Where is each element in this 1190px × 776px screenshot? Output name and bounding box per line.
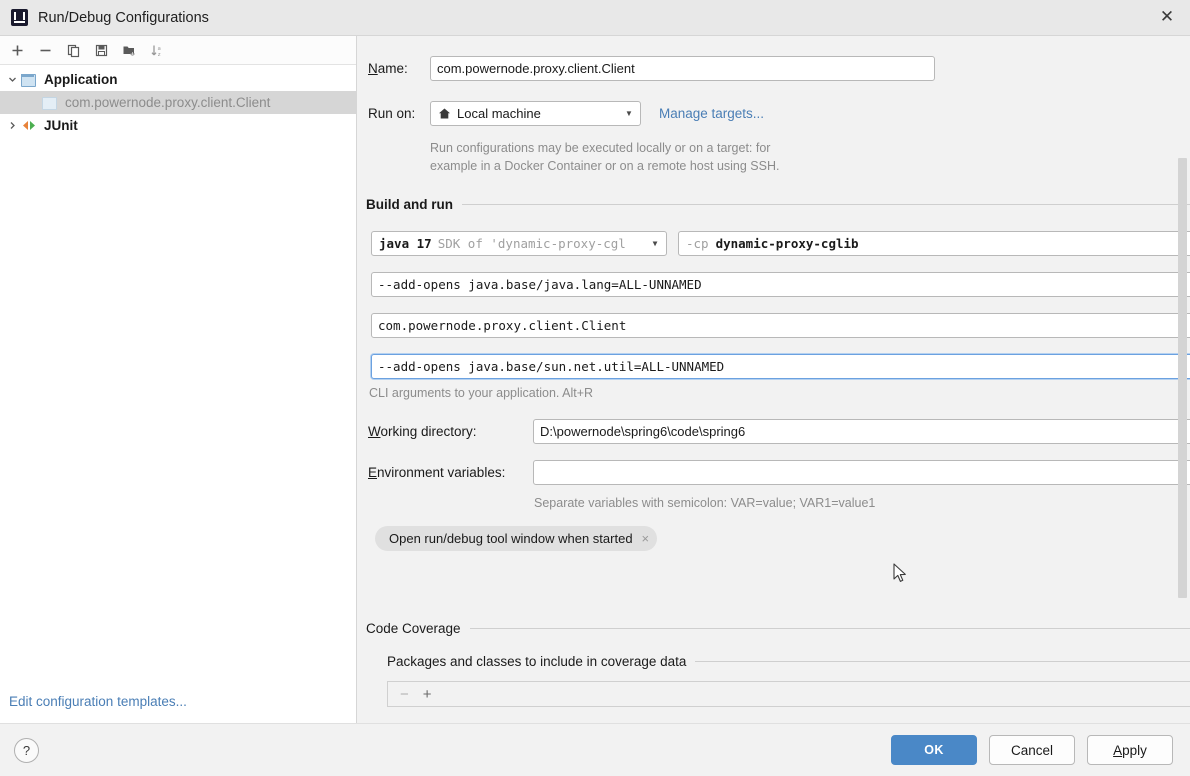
configuration-icon bbox=[42, 95, 59, 110]
save-configuration-icon[interactable] bbox=[88, 38, 114, 62]
help-button[interactable]: ? bbox=[14, 738, 39, 763]
chevron-down-icon[interactable]: ▼ bbox=[648, 239, 662, 248]
chevron-right-icon[interactable] bbox=[4, 121, 21, 130]
manage-targets-link[interactable]: Manage targets... bbox=[659, 106, 764, 121]
run-on-value: Local machine bbox=[457, 106, 541, 121]
tree-node-label: com.powernode.proxy.client.Client bbox=[65, 95, 270, 110]
vm-options-value: --add-opens java.base/java.lang=ALL-UNNA… bbox=[378, 277, 1190, 292]
jdk-description: SDK of 'dynamic-proxy-cgl bbox=[438, 236, 626, 251]
program-arguments-value: --add-opens java.base/sun.net.util=ALL-U… bbox=[378, 359, 1190, 374]
cancel-button[interactable]: Cancel bbox=[989, 735, 1075, 765]
tree-node-client-config[interactable]: com.powernode.proxy.client.Client bbox=[0, 91, 356, 114]
classpath-prefix: -cp bbox=[686, 236, 709, 251]
program-arguments-input[interactable]: --add-opens java.base/sun.net.util=ALL-U… bbox=[371, 354, 1190, 379]
working-directory-value: D:\powernode\spring6\code\spring6 bbox=[540, 424, 1190, 439]
classpath-dropdown[interactable]: -cp dynamic-proxy-cglib ▼ bbox=[678, 231, 1190, 256]
intellij-idea-icon bbox=[11, 9, 28, 26]
coverage-packages-title: Packages and classes to include in cover… bbox=[387, 654, 686, 669]
application-icon bbox=[21, 72, 38, 87]
configurations-tree: Application com.powernode.proxy.client.C… bbox=[0, 65, 356, 679]
build-and-run-header: Build and run Modify options ⌄ Alt+M bbox=[366, 197, 1190, 212]
open-tool-window-chip-wrap: Open run/debug tool window when started … bbox=[375, 526, 657, 551]
run-on-row: Run on: Local machine ▼ Manage targets..… bbox=[368, 101, 764, 126]
coverage-packages-header: Packages and classes to include in cover… bbox=[387, 654, 1190, 669]
dialog-footer: ? OK Cancel Apply bbox=[0, 723, 1190, 776]
working-directory-label: Working directory: bbox=[368, 424, 533, 439]
classpath-value: dynamic-proxy-cglib bbox=[716, 236, 859, 251]
run-on-label: Run on: bbox=[368, 106, 430, 121]
run-on-hint-line1: Run configurations may be executed local… bbox=[430, 141, 779, 155]
run-on-target-dropdown[interactable]: Local machine ▼ bbox=[430, 101, 641, 126]
close-icon[interactable]: ✕ bbox=[1144, 0, 1190, 34]
environment-variables-label: Environment variables: bbox=[368, 465, 533, 480]
open-run-debug-tool-window-chip[interactable]: Open run/debug tool window when started … bbox=[375, 526, 657, 551]
scrollbar-thumb[interactable] bbox=[1178, 158, 1187, 598]
jdk-version: java 17 bbox=[379, 236, 432, 251]
title-bar: Run/Debug Configurations ✕ bbox=[0, 0, 1190, 36]
remove-configuration-button[interactable] bbox=[32, 38, 58, 62]
dialog-body: a z Application com.powernode.proxy. bbox=[0, 36, 1190, 723]
jdk-dropdown[interactable]: java 17 SDK of 'dynamic-proxy-cgl ▼ bbox=[371, 231, 667, 256]
add-coverage-pattern-button[interactable]: + bbox=[423, 686, 432, 703]
main-class-value: com.powernode.proxy.client.Client bbox=[378, 318, 1190, 333]
jdk-classpath-row: java 17 SDK of 'dynamic-proxy-cgl ▼ -cp … bbox=[371, 231, 1190, 256]
copy-configuration-icon[interactable] bbox=[60, 38, 86, 62]
build-and-run-title: Build and run bbox=[366, 197, 453, 212]
configurations-pane: a z Application com.powernode.proxy. bbox=[0, 36, 357, 723]
run-debug-configurations-dialog: Run/Debug Configurations ✕ bbox=[0, 0, 1190, 776]
divider bbox=[462, 204, 1190, 205]
environment-variables-hint: Separate variables with semicolon: VAR=v… bbox=[534, 496, 875, 510]
tree-node-junit[interactable]: JUnit bbox=[0, 114, 356, 137]
sort-az-icon[interactable]: a z bbox=[144, 38, 170, 62]
name-label: Name: bbox=[368, 61, 430, 76]
editor-scrollbar[interactable] bbox=[1177, 38, 1187, 721]
name-input-value: com.powernode.proxy.client.Client bbox=[437, 61, 928, 76]
code-coverage-title: Code Coverage bbox=[366, 621, 461, 636]
working-directory-row: Working directory: D:\powernode\spring6\… bbox=[368, 419, 1190, 444]
edit-configuration-templates-link[interactable]: Edit configuration templates... bbox=[9, 694, 187, 709]
dialog-buttons: OK Cancel Apply bbox=[891, 735, 1173, 765]
chevron-down-icon[interactable] bbox=[4, 75, 21, 84]
working-directory-input[interactable]: D:\powernode\spring6\code\spring6 bbox=[533, 419, 1190, 444]
configurations-toolbar: a z bbox=[0, 36, 356, 65]
vm-options-input[interactable]: --add-opens java.base/java.lang=ALL-UNNA… bbox=[371, 272, 1190, 297]
home-icon bbox=[438, 107, 451, 120]
add-configuration-button[interactable] bbox=[4, 38, 30, 62]
remove-coverage-pattern-button[interactable]: − bbox=[400, 686, 409, 703]
tree-node-label: JUnit bbox=[44, 118, 78, 133]
divider bbox=[695, 661, 1190, 662]
configuration-editor-pane: Name: com.powernode.proxy.client.Client … bbox=[357, 36, 1190, 723]
tree-node-label: Application bbox=[44, 72, 118, 87]
chip-label: Open run/debug tool window when started bbox=[389, 531, 633, 546]
code-coverage-header: Code Coverage Modify ⌄ bbox=[366, 621, 1190, 636]
svg-text:z: z bbox=[157, 51, 160, 57]
chevron-down-icon[interactable]: ▼ bbox=[622, 109, 636, 118]
environment-variables-input[interactable] bbox=[533, 460, 1190, 485]
folder-add-icon[interactable] bbox=[116, 38, 142, 62]
tree-node-application[interactable]: Application bbox=[0, 68, 356, 91]
edit-templates-row: Edit configuration templates... bbox=[0, 679, 356, 723]
divider bbox=[470, 628, 1190, 629]
run-on-hint: Run configurations may be executed local… bbox=[430, 141, 779, 173]
name-input[interactable]: com.powernode.proxy.client.Client bbox=[430, 56, 935, 81]
name-row: Name: com.powernode.proxy.client.Client … bbox=[368, 56, 1190, 81]
run-on-hint-line2: example in a Docker Container or on a re… bbox=[430, 159, 779, 173]
environment-variables-row: Environment variables: bbox=[368, 460, 1190, 485]
program-arguments-hint: CLI arguments to your application. Alt+R bbox=[369, 386, 593, 400]
close-icon[interactable]: × bbox=[642, 531, 650, 546]
ok-button[interactable]: OK bbox=[891, 735, 977, 765]
dialog-title: Run/Debug Configurations bbox=[38, 10, 209, 26]
apply-button[interactable]: Apply bbox=[1087, 735, 1173, 765]
coverage-packages-list: − + bbox=[387, 681, 1190, 707]
main-class-input[interactable]: com.powernode.proxy.client.Client bbox=[371, 313, 1190, 338]
junit-icon bbox=[21, 118, 38, 133]
